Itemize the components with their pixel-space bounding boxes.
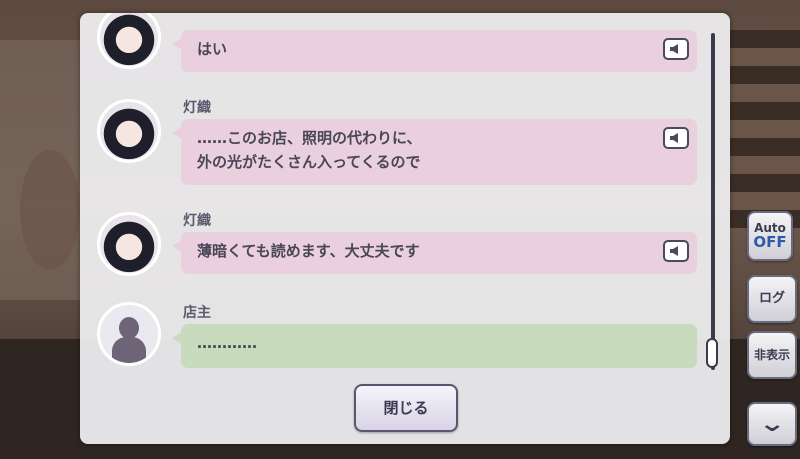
dialogue-line: 外の光がたくさん入ってくるので xyxy=(197,153,421,171)
dialogue-text: ………… xyxy=(197,334,257,352)
dialogue-bubble: ……このお店、照明の代わりに、 外の光がたくさん入ってくるので xyxy=(172,119,697,185)
auto-button[interactable]: Auto OFF xyxy=(747,211,793,261)
dialogue-line: ……このお店、照明の代わりに、 xyxy=(197,129,422,147)
scrollbar-track[interactable] xyxy=(711,33,715,370)
speaker-name: 灯織 xyxy=(183,213,211,229)
dialogue-bubble: 薄暗くても読めます、大丈夫です xyxy=(172,232,697,274)
hide-ui-button[interactable]: 非表示 xyxy=(747,331,797,379)
log-panel[interactable]: はい 灯織 ……このお店、照明の代わりに、 外の光がたくさん入ってくるので 灯織… xyxy=(80,13,730,444)
log-button[interactable]: ログ xyxy=(747,275,797,323)
dialogue-text: はい xyxy=(197,40,228,58)
character-avatar xyxy=(97,212,161,276)
voice-replay-button[interactable] xyxy=(663,240,689,262)
close-button[interactable]: 閉じる xyxy=(354,384,458,432)
silhouette-body xyxy=(112,337,146,363)
voice-replay-button[interactable] xyxy=(663,38,689,60)
voice-replay-button[interactable] xyxy=(663,127,689,149)
auto-state: OFF xyxy=(753,233,787,251)
dialogue-bubble: はい xyxy=(172,30,697,72)
dialogue-bubble: ………… xyxy=(172,324,697,368)
chevron-down-icon: ⌄ xyxy=(758,411,786,437)
hide-label: 非表示 xyxy=(753,348,790,362)
speaker-icon xyxy=(670,44,678,54)
npc-avatar-silhouette xyxy=(97,302,161,366)
character-avatar xyxy=(97,13,161,69)
dialogue-text: 薄暗くても読めます、大丈夫です xyxy=(197,242,420,260)
character-avatar xyxy=(97,99,161,163)
scrollbar-thumb[interactable] xyxy=(706,338,718,368)
bookshelf xyxy=(730,30,800,230)
log-label: ログ xyxy=(758,291,785,306)
speaker-icon xyxy=(670,133,678,143)
skip-down-button[interactable]: ⌄ xyxy=(747,402,797,446)
speaker-name: 灯織 xyxy=(183,100,211,116)
close-label: 閉じる xyxy=(383,399,429,417)
speaker-icon xyxy=(670,246,678,256)
plant xyxy=(20,150,80,270)
speaker-name: 店主 xyxy=(183,305,211,321)
silhouette-head xyxy=(119,317,139,339)
